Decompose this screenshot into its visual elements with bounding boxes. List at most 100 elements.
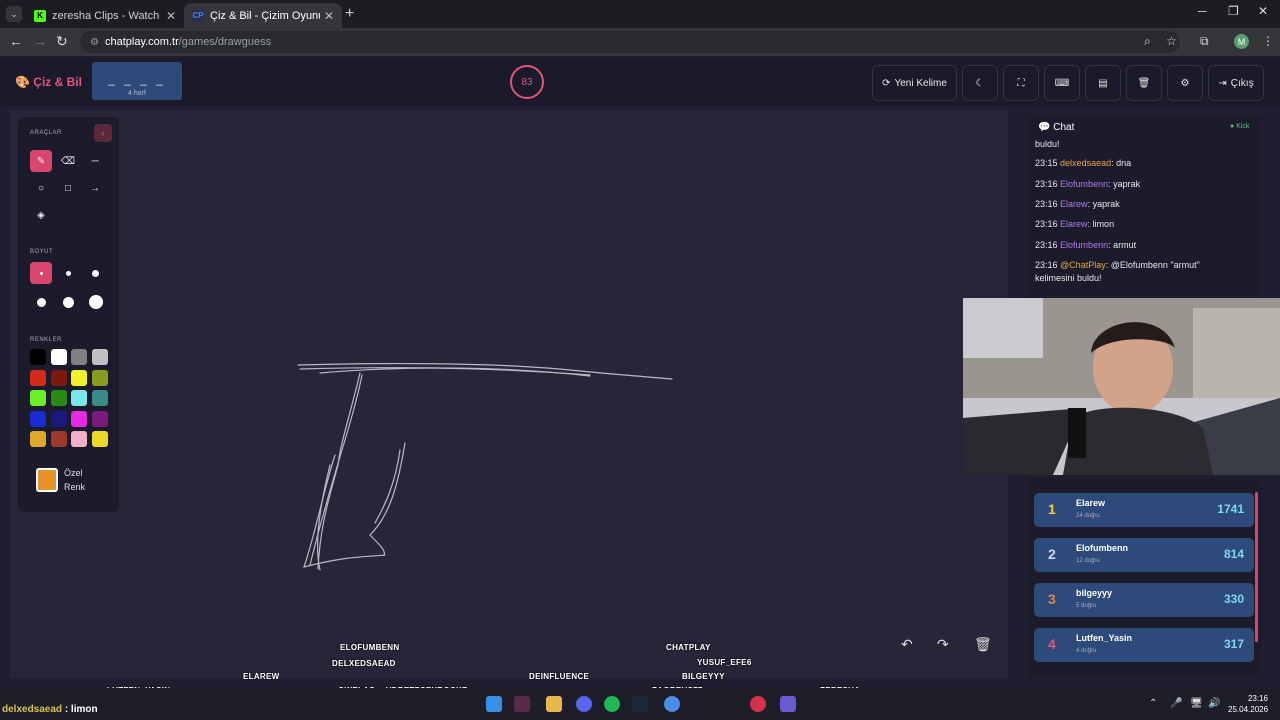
windows-start-icon[interactable] <box>486 696 502 712</box>
files-icon[interactable] <box>546 696 562 712</box>
color-swatch[interactable] <box>71 410 87 427</box>
redo-button[interactable]: ↷ <box>937 636 949 653</box>
chat-text: : dna <box>1111 158 1132 168</box>
spotify-icon[interactable] <box>604 696 620 712</box>
fullscreen-button[interactable]: ⛶ <box>1003 65 1039 101</box>
minimize-icon[interactable]: ─ <box>1198 4 1207 18</box>
color-swatch[interactable] <box>30 390 46 406</box>
color-swatch[interactable] <box>30 369 46 386</box>
mic-icon[interactable]: 🎤 <box>1170 698 1182 709</box>
theme-toggle-button[interactable]: ☾ <box>962 65 998 101</box>
tab-drawguess[interactable]: CP Çiz & Bil - Çizim Oyunu ✕ <box>184 3 342 28</box>
chat-message: 23:16 @ChatPlay: @Elofumbenn "armut" kel… <box>1035 259 1235 285</box>
color-swatch[interactable] <box>50 390 67 406</box>
color-swatch[interactable] <box>91 390 108 406</box>
color-swatch[interactable] <box>91 410 108 427</box>
color-swatch[interactable] <box>50 349 67 365</box>
archive-icon: ▤ <box>1098 77 1108 89</box>
tray-chevron-icon[interactable]: ⌃ <box>1149 698 1157 709</box>
app-logo[interactable]: 🎨 Çiz & Bil <box>15 75 82 89</box>
color-swatch[interactable] <box>50 369 67 386</box>
forward-icon[interactable]: → <box>33 33 47 49</box>
back-icon[interactable]: ← <box>9 33 23 49</box>
app-icon[interactable] <box>514 696 530 712</box>
size-option-1[interactable] <box>30 262 52 284</box>
color-swatch[interactable] <box>50 431 67 447</box>
color-swatch[interactable] <box>71 390 87 406</box>
new-word-button[interactable]: ⟳ Yeni Kelime <box>872 65 957 101</box>
color-swatch[interactable] <box>71 369 87 386</box>
archive-button[interactable]: ▤ <box>1085 65 1121 101</box>
discord-icon[interactable] <box>576 696 592 712</box>
clear-canvas-button[interactable]: 🗑 <box>974 636 992 653</box>
color-swatch[interactable] <box>50 410 67 427</box>
bookmark-star-icon[interactable]: ☆ <box>1166 34 1177 48</box>
color-swatch[interactable] <box>71 349 87 365</box>
reload-icon[interactable]: ↻ <box>56 33 68 50</box>
color-swatch[interactable] <box>91 431 108 447</box>
network-icon[interactable]: 🖥 <box>1190 698 1203 709</box>
circle-tool-icon[interactable]: ○ <box>30 177 52 199</box>
new-tab-button[interactable]: + <box>345 5 354 23</box>
exit-button[interactable]: ⇥ Çıkış <box>1208 65 1264 101</box>
logout-icon: ⇥ <box>1218 77 1227 89</box>
maximize-icon[interactable]: ❐ <box>1228 4 1239 18</box>
color-swatch[interactable] <box>30 410 46 427</box>
chat-username[interactable]: Elarew <box>1060 199 1088 209</box>
size-option-2[interactable] <box>66 271 71 276</box>
size-option-4[interactable] <box>37 298 46 307</box>
extensions-icon[interactable]: ⧉ <box>1200 34 1209 49</box>
close-tab-icon[interactable]: ✕ <box>166 9 176 23</box>
collapse-panel-button[interactable]: ‹ <box>94 124 112 142</box>
chat-username[interactable]: Elofumbenn <box>1060 179 1108 189</box>
rectangle-tool-icon[interactable]: □ <box>57 177 79 199</box>
chat-username[interactable]: delxedsaead <box>1060 158 1111 168</box>
trash-button[interactable]: 🗑 <box>1126 65 1162 101</box>
line-tool-icon[interactable]: ─ <box>84 150 106 172</box>
fill-bucket-icon[interactable]: ◈ <box>30 204 52 226</box>
custom-color-swatch[interactable] <box>36 468 58 492</box>
gear-icon: ⚙ <box>1180 77 1190 89</box>
correct-count: 5 doğru <box>1076 603 1097 609</box>
leaderboard-row: 4 Lutfen_Yasin 4 doğru 317 <box>1034 628 1254 662</box>
viewer-name: DELXEDSAEAD <box>332 659 396 668</box>
close-tab-icon[interactable]: ✕ <box>324 9 334 23</box>
url-input[interactable]: ⚙ chatplay.com.tr/games/drawguess <box>80 31 1180 53</box>
viewer-name: ELOFUMBENN <box>340 643 400 652</box>
leaderboard-scrollbar[interactable] <box>1255 492 1258 642</box>
browser-menu-icon[interactable]: ⋮ <box>1262 34 1274 48</box>
size-option-5[interactable] <box>63 297 74 308</box>
app-title: Çiz & Bil <box>33 75 82 89</box>
record-icon[interactable] <box>750 696 766 712</box>
custom-color-label: Özel Renk <box>64 468 86 492</box>
volume-icon[interactable]: 🔊 <box>1208 698 1220 709</box>
chat-text: : yaprak <box>1108 179 1141 189</box>
eraser-tool-icon[interactable]: ⌫ <box>57 150 79 172</box>
color-swatch[interactable] <box>91 369 108 386</box>
steam-icon[interactable] <box>632 696 648 712</box>
brush-tool-icon[interactable]: ✎ <box>30 150 52 172</box>
chrome-icon[interactable] <box>664 696 680 712</box>
chat-username[interactable]: Elofumbenn <box>1060 240 1108 250</box>
color-swatch[interactable] <box>91 349 108 365</box>
chat-username[interactable]: @ChatPlay <box>1060 260 1106 270</box>
undo-button[interactable]: ↶ <box>901 636 913 653</box>
color-swatch[interactable] <box>71 431 87 447</box>
profile-avatar[interactable]: M <box>1234 34 1249 49</box>
tab-kick[interactable]: K zeresha Clips - Watch Live on K ✕ <box>26 3 184 28</box>
color-swatch[interactable] <box>30 431 46 447</box>
player-drawing <box>297 362 673 571</box>
settings-button[interactable]: ⚙ <box>1167 65 1203 101</box>
arrow-tool-icon[interactable]: → <box>84 177 106 199</box>
close-window-icon[interactable]: ✕ <box>1258 4 1268 18</box>
size-option-6[interactable] <box>89 295 103 309</box>
zoom-icon[interactable]: ⌕ <box>1144 34 1151 49</box>
size-option-3[interactable] <box>92 270 99 277</box>
tab-search-icon[interactable]: ⌄ <box>6 6 22 22</box>
site-info-icon[interactable]: ⚙ <box>90 37 99 48</box>
keyboard-button[interactable]: ⌨ <box>1044 65 1080 101</box>
chat-time: 23:15 <box>1035 158 1058 168</box>
app-icon-2[interactable] <box>780 696 796 712</box>
color-swatch[interactable] <box>30 349 46 365</box>
chat-username[interactable]: Elarew <box>1060 219 1088 229</box>
